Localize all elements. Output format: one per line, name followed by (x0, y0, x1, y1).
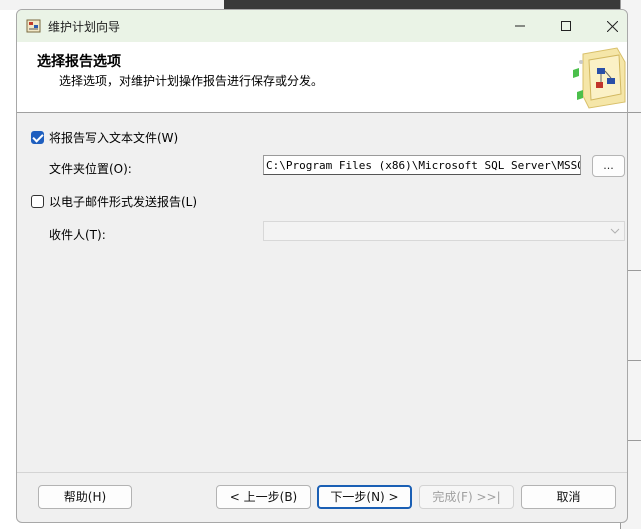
page-subtitle: 选择选项，对维护计划操作报告进行保存或分发。 (59, 74, 324, 88)
folder-location-label: 文件夹位置(O): (49, 162, 132, 176)
minimize-icon (515, 25, 525, 27)
wizard-header: 选择报告选项 选择选项，对维护计划操作报告进行保存或分发。 (17, 42, 627, 113)
write-to-file-checkbox[interactable] (31, 131, 44, 144)
recipient-select[interactable] (263, 221, 625, 241)
write-to-file-label: 将报告写入文本文件(W) (49, 131, 179, 145)
maintenance-plan-wizard-window: 维护计划向导 选择报告选项 选择选项，对维护计划操作报告进行保存或分发。 将报告… (16, 9, 628, 523)
title-bar[interactable]: 维护计划向导 (17, 10, 627, 42)
next-button[interactable]: 下一步(N) > (317, 485, 412, 509)
back-button[interactable]: < 上一步(B) (216, 485, 311, 509)
wizard-app-icon (26, 18, 42, 34)
help-button[interactable]: 帮助(H) (38, 485, 132, 509)
folder-location-input[interactable]: C:\Program Files (x86)\Microsoft SQL Ser… (263, 155, 581, 175)
recipient-label: 收件人(T): (49, 228, 106, 242)
email-report-label: 以电子邮件形式发送报告(L) (49, 195, 198, 209)
cancel-button[interactable]: 取消 (521, 485, 616, 509)
browse-folder-button[interactable]: ... (592, 155, 625, 177)
chevron-down-icon (610, 228, 620, 234)
close-button[interactable] (589, 10, 627, 42)
minimize-button[interactable] (497, 10, 543, 42)
wizard-banner-icon (573, 47, 626, 109)
window-title: 维护计划向导 (48, 20, 121, 34)
close-icon (606, 20, 618, 32)
maximize-icon (561, 21, 571, 31)
maximize-button[interactable] (543, 10, 589, 42)
finish-button[interactable]: 完成(F) >>| (419, 485, 514, 509)
footer-divider (17, 472, 627, 473)
page-title: 选择报告选项 (37, 54, 121, 70)
email-report-checkbox[interactable] (31, 195, 44, 208)
